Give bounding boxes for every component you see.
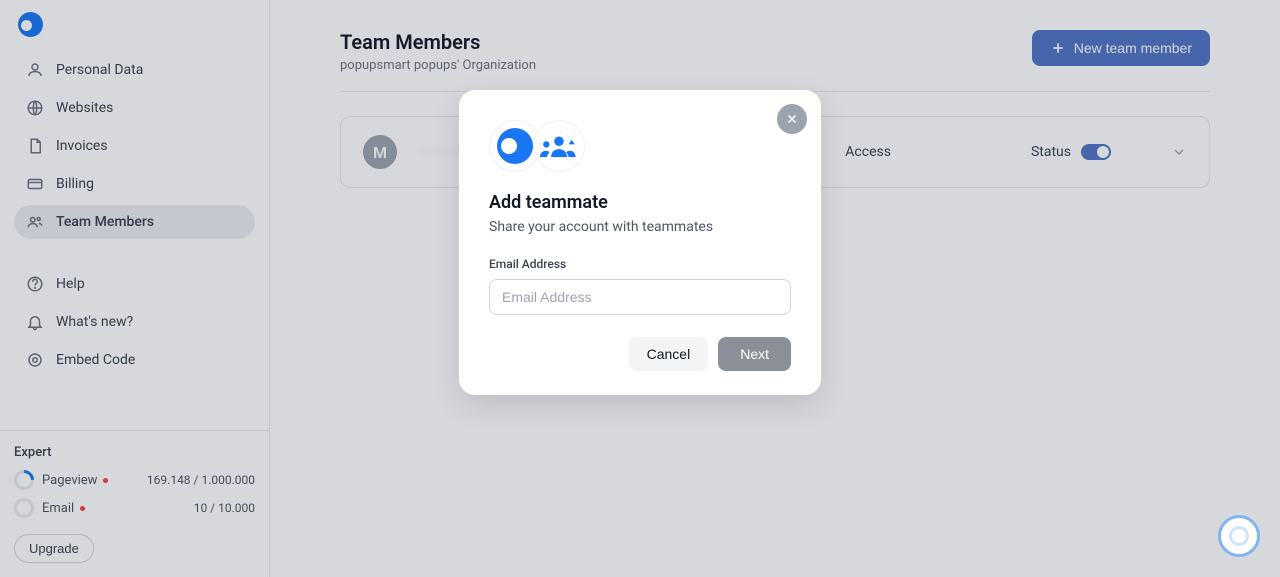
chat-icon bbox=[1229, 526, 1249, 546]
close-icon bbox=[785, 112, 799, 126]
email-field-label: Email Address bbox=[489, 257, 791, 271]
cancel-button[interactable]: Cancel bbox=[629, 337, 709, 371]
email-input[interactable] bbox=[489, 279, 791, 315]
people-icon bbox=[540, 133, 578, 159]
chat-widget-button[interactable] bbox=[1218, 515, 1260, 557]
modal-icons bbox=[489, 120, 791, 172]
modal-subtitle: Share your account with teammates bbox=[489, 219, 791, 235]
next-button[interactable]: Next bbox=[718, 337, 791, 371]
close-button[interactable] bbox=[777, 104, 807, 134]
brand-icon bbox=[497, 128, 533, 164]
modal-buttons: Cancel Next bbox=[489, 337, 791, 371]
people-circle bbox=[533, 120, 585, 172]
modal-title: Add teammate bbox=[489, 192, 791, 213]
add-teammate-modal: Add teammate Share your account with tea… bbox=[459, 90, 821, 395]
